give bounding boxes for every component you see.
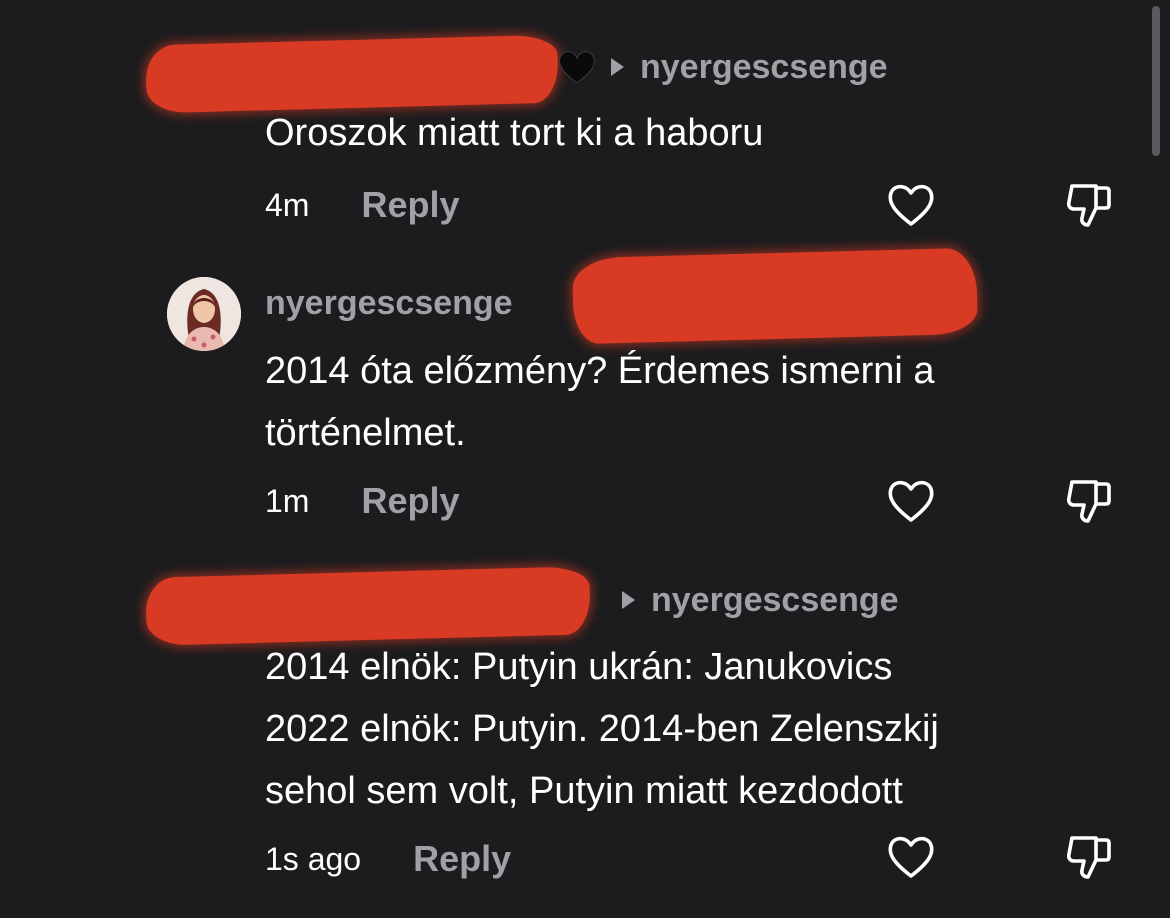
heart-outline-icon — [888, 480, 934, 522]
comment-text: 2014 óta előzmény? Érdemes ismerni a tör… — [265, 350, 935, 454]
comment-time: 1s ago — [265, 840, 362, 877]
caret-right-icon — [622, 591, 635, 609]
comment-header: nyergescsenge — [557, 47, 888, 87]
comment-meta: 1m Reply — [265, 476, 460, 526]
dislike-button[interactable] — [1062, 474, 1116, 528]
comment-header: nyergescsenge — [622, 580, 899, 620]
dislike-button[interactable] — [1062, 178, 1116, 232]
redaction-mark — [145, 566, 591, 646]
comment-text: 2014 elnök: Putyin ukrán: Janukovics 202… — [265, 646, 939, 812]
avatar-image — [167, 277, 241, 351]
reply-button[interactable]: Reply — [413, 838, 511, 880]
reply-button[interactable]: Reply — [361, 184, 459, 226]
scrollbar[interactable] — [1152, 6, 1160, 156]
comment-meta: 1s ago Reply — [265, 834, 511, 884]
author-username[interactable]: nyergescsenge — [265, 284, 513, 323]
dislike-icon — [1066, 184, 1111, 227]
like-button[interactable] — [884, 178, 938, 232]
comment-time: 1m — [265, 482, 310, 519]
dislike-icon — [1066, 480, 1111, 523]
comment-meta: 4m Reply — [265, 180, 460, 230]
dislike-button[interactable] — [1062, 830, 1116, 884]
comment-header: nyergescsenge — [265, 283, 513, 323]
like-button[interactable] — [884, 830, 938, 884]
heart-outline-icon — [888, 184, 934, 226]
comment-text: Oroszok miatt tort ki a haboru — [265, 112, 764, 154]
caret-right-icon — [611, 58, 624, 76]
comment-time: 4m — [265, 186, 310, 223]
redaction-mark — [571, 247, 979, 345]
reply-to-username[interactable]: nyergescsenge — [651, 581, 899, 620]
avatar[interactable] — [167, 277, 241, 351]
reply-to-username[interactable]: nyergescsenge — [640, 48, 888, 87]
reply-button[interactable]: Reply — [361, 480, 459, 522]
black-heart-emoji-icon — [559, 51, 595, 84]
like-button[interactable] — [884, 474, 938, 528]
heart-outline-icon — [888, 836, 934, 878]
dislike-icon — [1066, 836, 1111, 879]
